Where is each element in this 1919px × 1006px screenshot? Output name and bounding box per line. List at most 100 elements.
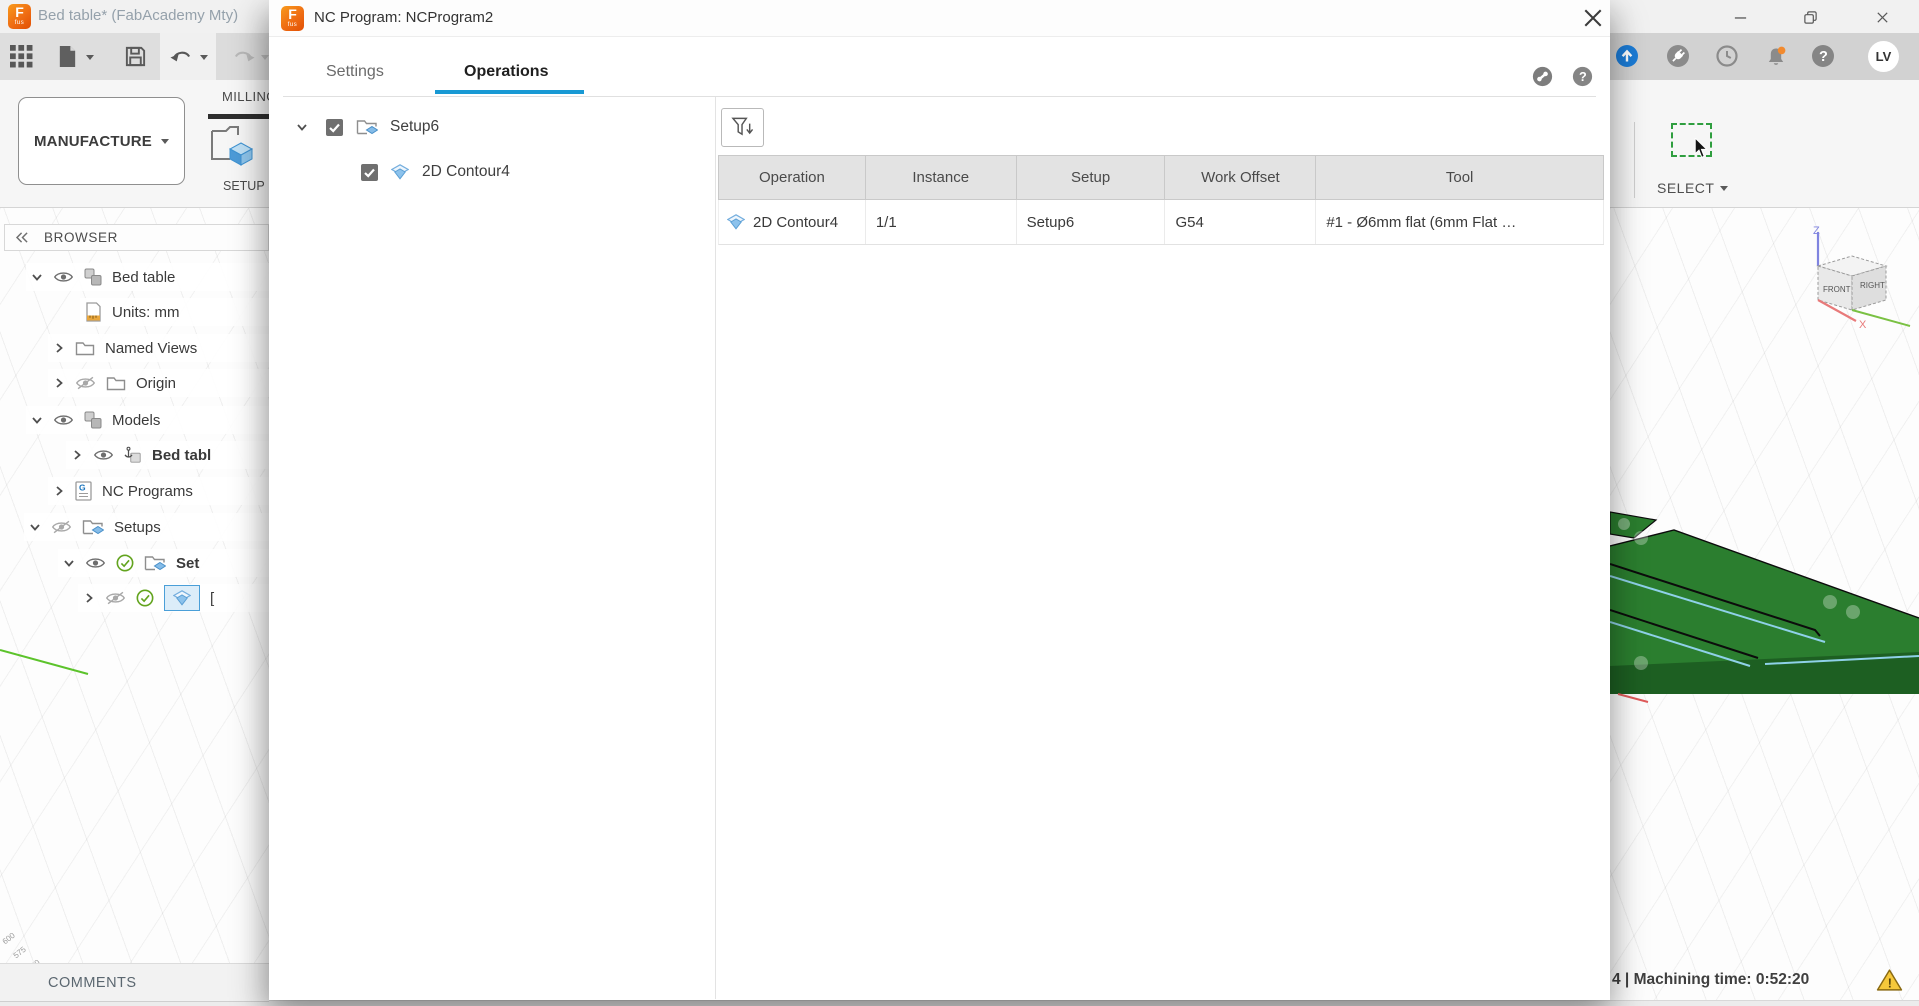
chevron-right-icon[interactable]: [71, 449, 83, 461]
cell-tool: #1 - Ø6mm flat (6mm Flat …: [1316, 200, 1604, 244]
column-header-instance[interactable]: Instance: [866, 156, 1017, 199]
document-title: Bed table* (FabAcademy Mty): [38, 7, 239, 24]
browser-header[interactable]: BROWSER: [4, 224, 269, 251]
check-circle-icon: [116, 554, 134, 572]
dialog-tree-setup-row[interactable]: Setup6: [296, 113, 439, 141]
chevron-down-icon[interactable]: [29, 521, 41, 533]
help-icon[interactable]: [1811, 44, 1835, 68]
browser-item-label: Origin: [136, 374, 177, 392]
tabs-separator: [283, 96, 1596, 97]
notifications-bell-icon[interactable]: [1764, 44, 1788, 68]
selected-operation-highlight[interactable]: [164, 585, 200, 611]
operations-table-header: Operation Instance Setup Work Offset Too…: [718, 155, 1604, 200]
chevron-down-icon[interactable]: [31, 414, 43, 426]
collapse-panel-icon[interactable]: [15, 232, 30, 243]
extensions-icon[interactable]: [1666, 44, 1690, 68]
eye-visible-icon[interactable]: [93, 448, 114, 462]
column-header-setup[interactable]: Setup: [1017, 156, 1166, 199]
fusion-logo-icon: F fus: [281, 6, 304, 31]
tool-filter-button[interactable]: [721, 108, 764, 147]
eye-hidden-icon[interactable]: [105, 591, 126, 605]
dialog-titlebar[interactable]: F fus NC Program: NCProgram2: [269, 0, 1610, 37]
viewport-canvas-right[interactable]: Z FRONT RIGHT X: [1610, 208, 1919, 1006]
ribbon-divider: [1634, 122, 1635, 198]
view-cube[interactable]: Z FRONT RIGHT X: [1790, 222, 1915, 330]
fusion-logo-sub: fus: [14, 20, 25, 26]
folder-icon: [106, 375, 126, 391]
active-tab-underline: [435, 90, 584, 94]
window-minimize-button[interactable]: [1730, 7, 1750, 27]
setup-tool-button[interactable]: SETUP: [206, 121, 269, 203]
select-tool-button[interactable]: SELECT: [1657, 180, 1729, 196]
undo-button[interactable]: [170, 49, 193, 65]
tree-operation-label: 2D Contour4: [422, 163, 510, 180]
chevron-down-icon[interactable]: [63, 557, 75, 569]
select-caret-icon: [1720, 185, 1729, 191]
window-close-button[interactable]: [1872, 7, 1892, 27]
browser-item-label: Bed tabl: [152, 446, 212, 464]
chevron-right-icon[interactable]: [53, 342, 65, 354]
comments-bar[interactable]: COMMENTS: [0, 963, 269, 1002]
eye-hidden-icon[interactable]: [51, 520, 72, 534]
tab-operations[interactable]: Operations: [464, 63, 548, 81]
redo-menu-caret-icon[interactable]: [261, 55, 269, 60]
nc-program-dialog: F fus NC Program: NCProgram2 Settings Op…: [269, 0, 1610, 1000]
browser-item-label: Units: mm: [112, 303, 180, 321]
machining-time-status: 4 | Machining time: 0:52:20: [1612, 971, 1810, 988]
account-avatar[interactable]: LV: [1868, 41, 1899, 72]
column-header-operation[interactable]: Operation: [719, 156, 866, 199]
dialog-close-icon[interactable]: [1584, 9, 1602, 27]
column-header-tool[interactable]: Tool: [1316, 156, 1604, 199]
chevron-right-icon[interactable]: [53, 485, 65, 497]
dialog-title: NC Program: NCProgram2: [314, 9, 494, 26]
window-restore-button[interactable]: [1800, 7, 1820, 27]
operations-table: Operation Instance Setup Work Offset Too…: [718, 155, 1604, 245]
eye-visible-icon[interactable]: [53, 270, 74, 284]
chevron-down-icon[interactable]: [296, 121, 308, 133]
dialog-tree-operation-row[interactable]: 2D Contour4: [361, 158, 510, 186]
axis-z-label: Z: [1813, 225, 1820, 237]
redo-button[interactable]: [232, 49, 255, 65]
browser-item-label: Bed table: [112, 268, 176, 286]
eye-visible-icon[interactable]: [85, 556, 106, 570]
save-button[interactable]: [124, 45, 147, 68]
dialog-help-icon[interactable]: [1572, 66, 1593, 87]
chevron-right-icon[interactable]: [53, 377, 65, 389]
column-header-work-offset[interactable]: Work Offset: [1165, 156, 1317, 199]
component-icon: [84, 268, 102, 286]
setup-tool-icon: [211, 126, 254, 166]
browser-item-label: [: [210, 589, 215, 607]
folder-icon: [75, 340, 95, 356]
workspace-switcher-button[interactable]: MANUFACTURE: [18, 97, 185, 185]
file-menu-button[interactable]: [56, 45, 79, 68]
setup-checkbox-checked[interactable]: [326, 119, 343, 136]
cell-work-offset: G54: [1165, 200, 1317, 244]
tab-settings[interactable]: Settings: [326, 63, 384, 81]
support-phone-icon[interactable]: [1532, 66, 1553, 87]
browser-item-label: Models: [112, 411, 161, 429]
operation-checkbox-checked[interactable]: [361, 164, 378, 181]
grounded-body-anchor-icon: [124, 446, 142, 464]
warning-icon[interactable]: [1876, 968, 1903, 992]
eye-visible-icon[interactable]: [53, 413, 74, 427]
file-menu-caret-icon[interactable]: [86, 55, 94, 60]
fusion-logo-letter: F: [15, 4, 24, 20]
browser-item-label: Named Views: [105, 339, 198, 357]
setup-tool-label: SETUP: [223, 179, 265, 193]
browser-item-label: Setups: [114, 518, 161, 536]
operation-diamond-icon: [727, 214, 745, 230]
chevron-down-icon[interactable]: [31, 271, 43, 283]
bottom-status-strip: [0, 1000, 1919, 1006]
undo-menu-caret-icon[interactable]: [200, 55, 208, 60]
chevron-right-icon[interactable]: [83, 592, 95, 604]
toolbar-account-cluster: LV: [1610, 33, 1919, 80]
data-panel-grid-button[interactable]: [10, 45, 33, 68]
job-history-clock-icon[interactable]: [1715, 44, 1739, 68]
job-status-icon[interactable]: [1615, 44, 1639, 68]
gcode-document-icon: [75, 481, 92, 501]
eye-hidden-icon[interactable]: [75, 376, 96, 390]
cell-operation-text: 2D Contour4: [753, 213, 839, 231]
browser-title: BROWSER: [44, 230, 118, 245]
table-row[interactable]: 2D Contour4 1/1 Setup6 G54 #1 - Ø6mm fla…: [718, 200, 1604, 245]
check-circle-icon: [136, 589, 154, 607]
